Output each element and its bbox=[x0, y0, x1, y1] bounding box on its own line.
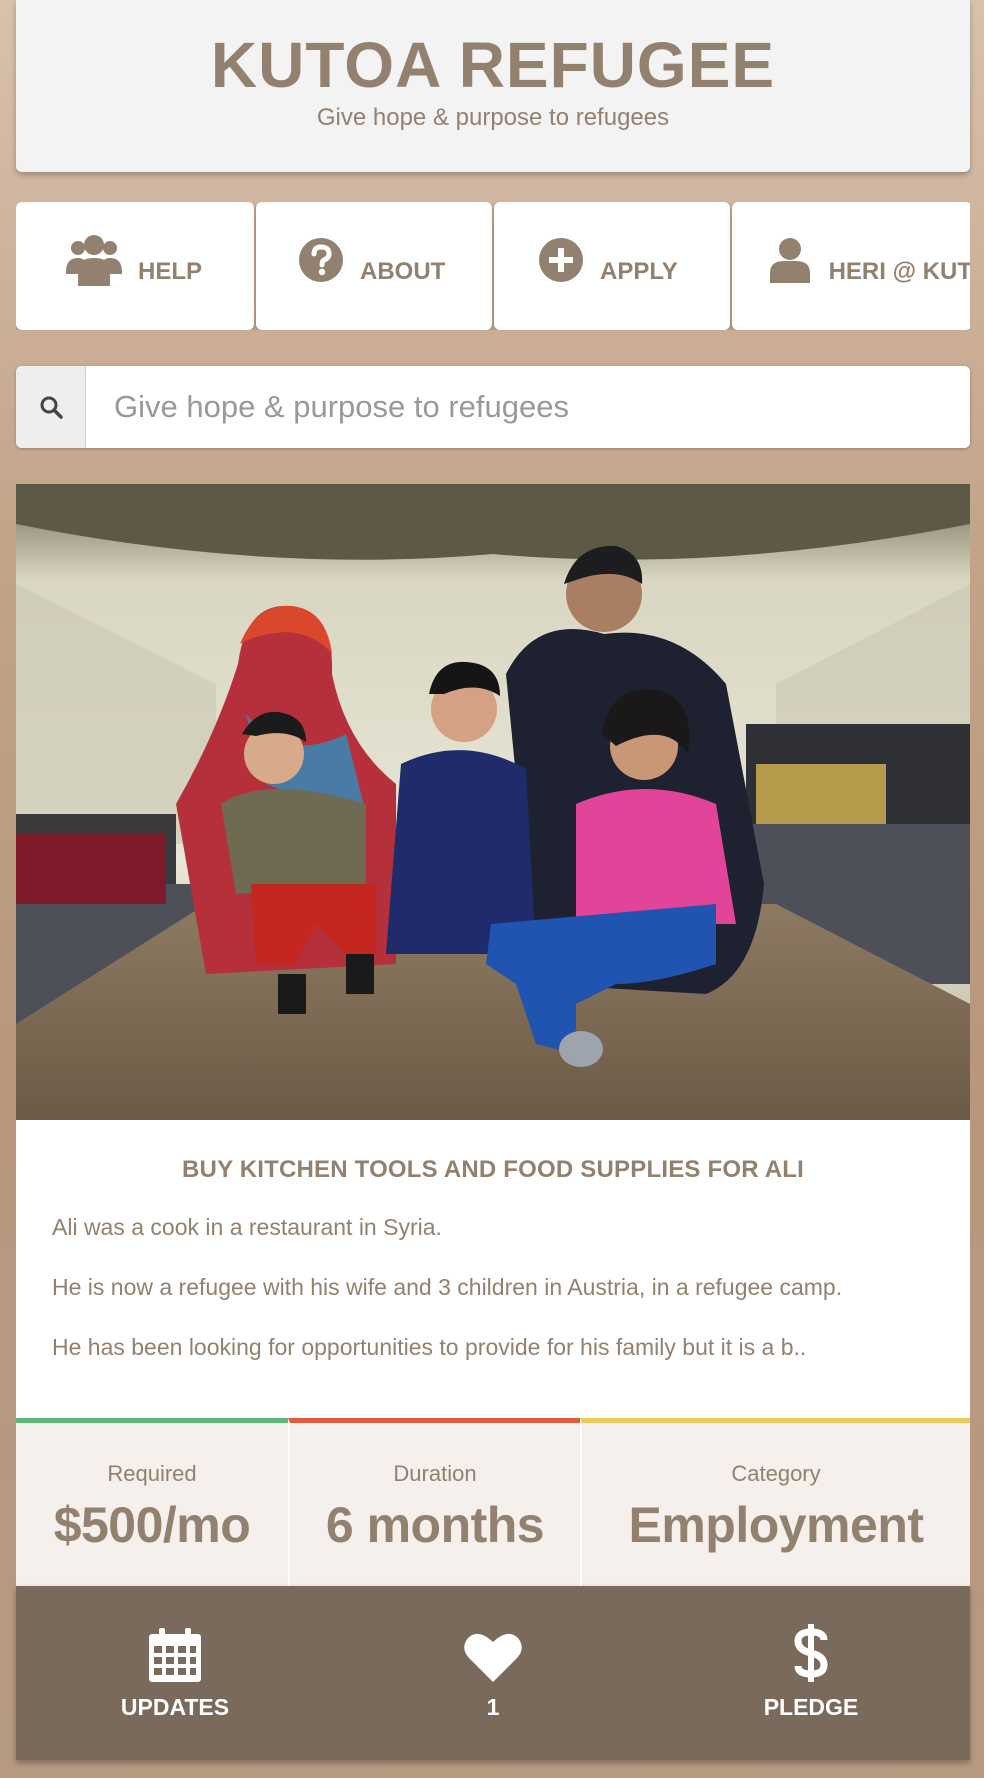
stat-label: Category bbox=[731, 1461, 821, 1486]
story-paragraph: He has been looking for opportunities to… bbox=[52, 1334, 807, 1360]
app-tagline: Give hope & purpose to refugees bbox=[316, 104, 670, 131]
nav-item-apply[interactable]: APPLY bbox=[494, 202, 730, 330]
plus-circle-icon bbox=[538, 232, 584, 288]
nav-item-help[interactable]: HELP bbox=[16, 202, 254, 330]
nav-label-help: HELP bbox=[138, 258, 203, 285]
stat-label: Required bbox=[107, 1461, 197, 1486]
stat-value: 6 months bbox=[325, 1497, 545, 1553]
app-header: KUTOA REFUGEE Give hope & purpose to ref… bbox=[16, 0, 970, 172]
search-input[interactable] bbox=[86, 366, 970, 448]
app-title: KUTOA REFUGEE bbox=[210, 29, 776, 101]
stat-value: $500/mo bbox=[53, 1497, 251, 1553]
stat-duration: Duration 6 months bbox=[288, 1418, 580, 1586]
story-title: BUY KITCHEN TOOLS AND FOOD SUPPLIES FOR … bbox=[182, 1156, 804, 1183]
main-nav: HELP ABOUT APPLY HERI @ KUT bbox=[16, 202, 970, 330]
heart-icon bbox=[464, 1626, 522, 1682]
question-circle-icon bbox=[298, 232, 344, 288]
user-icon bbox=[768, 232, 813, 288]
nav-label-profile: HERI @ KUT bbox=[828, 258, 970, 285]
stat-value: Employment bbox=[628, 1497, 924, 1553]
action-bar: UPDATES 1 PLEDGE bbox=[16, 1586, 970, 1760]
calendar-icon bbox=[149, 1626, 201, 1682]
story-paragraph: Ali was a cook in a restaurant in Syria. bbox=[52, 1214, 442, 1240]
story-card: BUY KITCHEN TOOLS AND FOOD SUPPLIES FOR … bbox=[16, 1120, 970, 1418]
updates-button[interactable]: UPDATES bbox=[45, 1586, 305, 1760]
search-icon[interactable] bbox=[16, 366, 86, 448]
family-in-tent-photo bbox=[16, 484, 970, 1120]
search-bar bbox=[16, 366, 970, 448]
like-count: 1 bbox=[486, 1694, 500, 1720]
stats-row: Required $500/mo Duration 6 months Categ… bbox=[16, 1418, 970, 1586]
dollar-icon bbox=[794, 1624, 828, 1682]
stat-label: Duration bbox=[393, 1461, 477, 1486]
nav-label-about: ABOUT bbox=[360, 258, 446, 285]
pledge-label: PLEDGE bbox=[763, 1694, 859, 1720]
users-icon bbox=[66, 232, 122, 288]
nav-label-apply: APPLY bbox=[600, 258, 678, 285]
nav-item-profile[interactable]: HERI @ KUT bbox=[732, 202, 970, 330]
pledge-button[interactable]: PLEDGE bbox=[681, 1586, 941, 1760]
story-paragraph: He is now a refugee with his wife and 3 … bbox=[52, 1274, 843, 1300]
updates-label: UPDATES bbox=[120, 1694, 230, 1720]
stat-category: Category Employment bbox=[580, 1418, 970, 1586]
nav-item-about[interactable]: ABOUT bbox=[256, 202, 492, 330]
like-button[interactable]: 1 bbox=[363, 1586, 623, 1760]
stat-required: Required $500/mo bbox=[16, 1418, 288, 1586]
